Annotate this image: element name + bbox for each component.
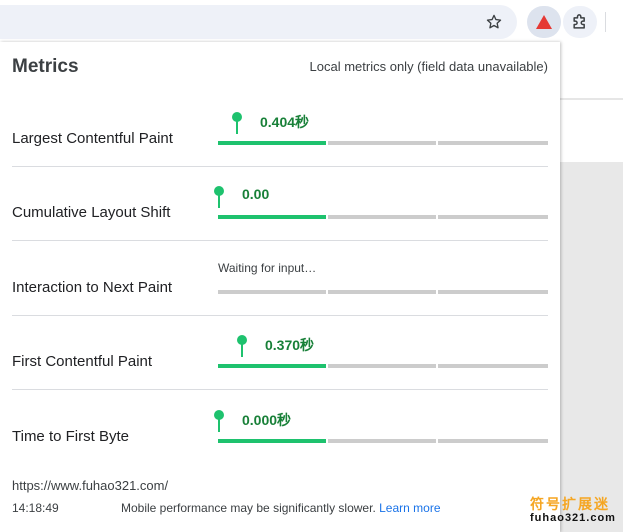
note-text: Mobile performance may be significantly … (121, 501, 380, 515)
metric-value: 0.00 (242, 186, 270, 202)
timestamp: 14:18:49 (12, 501, 59, 515)
metric-name: Cumulative Layout Shift (12, 204, 171, 221)
browser-toolbar (0, 0, 623, 42)
metric-row-fcp: First Contentful Paint 0.370秒 (12, 315, 548, 390)
meter-needs-improvement-segment (328, 364, 436, 368)
web-vitals-popup: Metrics Local metrics only (field data u… (0, 42, 560, 532)
metric-row-inp: Interaction to Next Paint Waiting for in… (12, 241, 548, 316)
popup-title: Metrics (12, 56, 79, 77)
meter-good-segment (218, 141, 326, 145)
meter-good-segment (218, 290, 326, 294)
metric-name: Interaction to Next Paint (12, 279, 173, 296)
meter-good-segment (218, 215, 326, 219)
metric-waiting-text: Waiting for input… (218, 261, 317, 275)
meter-poor-segment (438, 364, 548, 368)
meter-poor-segment (438, 141, 548, 145)
meter-good-segment (218, 364, 326, 368)
metric-meter: 0.404秒 (218, 92, 548, 166)
address-bar[interactable] (0, 5, 517, 39)
metric-marker (214, 410, 224, 432)
metric-row-lcp: Largest Contentful Paint 0.404秒 (12, 92, 548, 167)
extensions-button[interactable] (563, 6, 597, 38)
meter-needs-improvement-segment (328, 290, 436, 294)
extensions-puzzle-icon (573, 14, 585, 29)
page-gray-area (560, 162, 623, 532)
web-vitals-extension-button[interactable] (527, 6, 561, 38)
meter-poor-segment (438, 439, 548, 443)
page-divider (560, 98, 623, 100)
page-url: https://www.fuhao321.com/ (12, 478, 169, 493)
toolbar-separator (605, 12, 606, 32)
metric-meter: 0.00 (214, 166, 548, 240)
meter-good-segment (218, 439, 326, 443)
bookmark-star-button[interactable] (482, 10, 506, 34)
star-icon (486, 14, 502, 29)
page-background (560, 42, 623, 532)
meter-needs-improvement-segment (328, 141, 436, 145)
metric-value: 0.000秒 (242, 412, 292, 428)
watermark-domain: fuhao321.com (530, 512, 616, 524)
metric-meter: 0.000秒 (214, 390, 548, 464)
mobile-performance-note: Mobile performance may be significantly … (121, 501, 441, 515)
metric-marker (232, 112, 242, 134)
meter-poor-segment (438, 290, 548, 294)
metric-name: First Contentful Paint (12, 353, 153, 370)
metric-name: Time to First Byte (12, 428, 129, 445)
metric-value: 0.404秒 (260, 114, 310, 130)
site-watermark: 符号扩展迷 fuhao321.com (524, 494, 620, 530)
metric-row-ttfb: Time to First Byte 0.000秒 (12, 390, 548, 464)
metric-meter: 0.370秒 (218, 315, 548, 389)
metric-row-cls: Cumulative Layout Shift 0.00 (12, 166, 548, 241)
metric-marker (214, 186, 224, 208)
meter-poor-segment (438, 215, 548, 219)
metric-marker (237, 335, 247, 357)
meter-needs-improvement-segment (328, 439, 436, 443)
meter-needs-improvement-segment (328, 215, 436, 219)
metric-meter: Waiting for input… (218, 241, 548, 315)
web-vitals-extension-icon (536, 15, 552, 29)
metric-value: 0.370秒 (265, 337, 315, 353)
watermark-title: 符号扩展迷 (530, 496, 610, 512)
learn-more-link[interactable]: Learn more (379, 501, 440, 515)
field-data-status: Local metrics only (field data unavailab… (309, 59, 548, 74)
metric-name: Largest Contentful Paint (12, 130, 173, 147)
